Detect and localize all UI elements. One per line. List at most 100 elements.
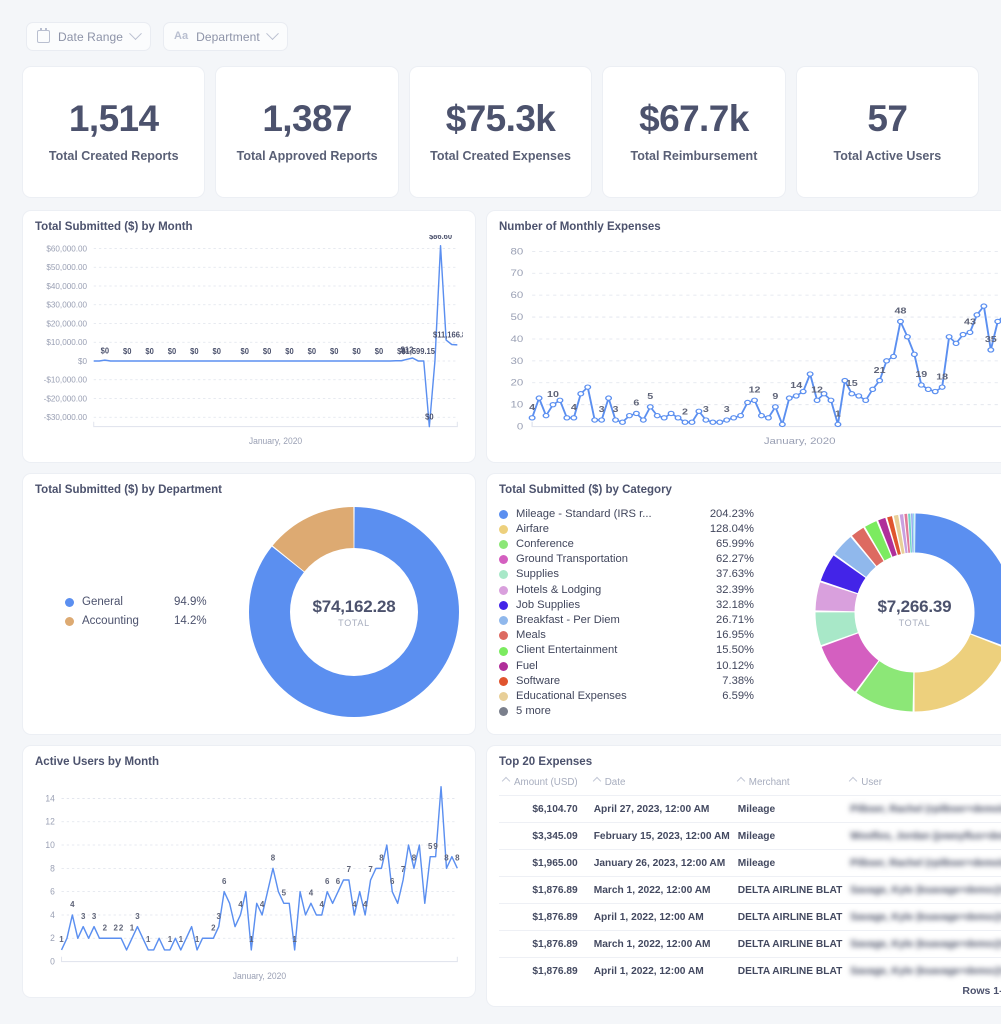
- table-pagination: Rows 1-7 of 20: [962, 985, 1001, 997]
- data-point-label: 4: [70, 900, 75, 909]
- table-row[interactable]: $1,876.89 March 1, 2022, 12:00 AM DELTA AI…: [499, 930, 1001, 958]
- data-point-label: 3: [81, 912, 86, 921]
- column-label: Merchant: [748, 777, 790, 788]
- legend-percent: 16.95%: [716, 629, 754, 642]
- filter-date-range[interactable]: Date Range: [26, 22, 152, 51]
- legend-color-swatch: [499, 692, 508, 702]
- legend-item[interactable]: Conference 65.99%: [499, 537, 754, 552]
- table-row[interactable]: $3,345.09 February 15, 2023, 12:00 AM Mile…: [499, 822, 1001, 850]
- legend-item[interactable]: 5 more: [499, 704, 754, 719]
- data-point-label: 7: [401, 865, 406, 874]
- text-format-icon: Aa: [174, 30, 189, 42]
- y-axis-tick: $60,000.00: [46, 244, 87, 253]
- data-point-label: 1: [195, 935, 200, 944]
- data-point-label: $0: [123, 347, 131, 356]
- legend-item[interactable]: Ground Transportation 62.27%: [499, 552, 754, 567]
- sort-caret-icon: [849, 776, 858, 786]
- table-row[interactable]: $1,965.00 January 26, 2023, 12:00 AM Milea…: [499, 849, 1001, 877]
- legend-item[interactable]: Software 7.38%: [499, 674, 754, 689]
- kpi-label: Total Created Reports: [48, 148, 179, 163]
- data-point-label: 3: [613, 405, 619, 414]
- legend-item[interactable]: Mileage - Standard (IRS r... 204.23%: [499, 507, 754, 522]
- data-point-marker: [757, 412, 765, 419]
- legend-item[interactable]: Meals 16.95%: [499, 628, 754, 643]
- data-point-label: 6: [325, 877, 330, 886]
- legend-item[interactable]: Airfare 128.04%: [499, 522, 754, 537]
- data-point-marker: [625, 412, 633, 419]
- data-point-label: 8: [444, 853, 449, 862]
- kpi-total-approved-reports: 1,387 Total Approved Reports: [215, 66, 399, 198]
- column-header-user[interactable]: User: [846, 774, 1001, 796]
- department-legend: General 94.9% Accounting 14.2%: [35, 593, 245, 631]
- data-point-marker: [563, 415, 571, 421]
- y-axis-tick: 12: [45, 817, 55, 827]
- category-legend: Mileage - Standard (IRS r... 204.23% Airfa…: [499, 505, 754, 720]
- legend-percent: 6.59%: [722, 690, 754, 703]
- data-point-label: 1: [292, 935, 297, 944]
- legend-item[interactable]: Job Supplies 32.18%: [499, 598, 754, 613]
- data-point-marker: [806, 371, 814, 377]
- column-header-merchant[interactable]: Merchant: [734, 774, 847, 796]
- data-point-label: 35: [985, 335, 998, 344]
- table-row[interactable]: $6,104.70 April 27, 2023, 12:00 AM Mileage…: [499, 795, 1001, 823]
- card-title: Total Submitted ($) by Category: [499, 484, 672, 496]
- data-point-label: 5: [647, 392, 654, 401]
- legend-label: Supplies: [516, 568, 559, 581]
- cell-date: March 1, 2022, 12:00 AM: [581, 930, 734, 958]
- charts-grid: Total Submitted ($) by Month $60,000.00 $…: [22, 210, 1001, 1007]
- column-header-date[interactable]: Date: [582, 774, 734, 796]
- column-label: Amount (USD): [514, 777, 578, 788]
- data-point-marker: [570, 415, 578, 421]
- table-row[interactable]: $1,876.89 April 1, 2022, 12:00 AM DELTA AI…: [499, 957, 1001, 984]
- card-total-submitted-by-category: Total Submitted ($) by Category Mileage …: [486, 473, 1001, 735]
- legend-color-swatch: [499, 540, 508, 550]
- legend-color-swatch: [499, 600, 508, 610]
- data-point-marker: [862, 397, 870, 403]
- legend-item[interactable]: Accounting 14.2%: [65, 612, 245, 631]
- data-point-marker: [959, 331, 967, 338]
- data-point-label: 1: [59, 935, 64, 944]
- legend-percent: 62.27%: [716, 553, 754, 566]
- y-axis-tick: 6: [50, 886, 55, 896]
- card-title: Top 20 Expenses: [499, 756, 593, 768]
- data-point-label: $0: [352, 347, 360, 356]
- data-point-marker: [764, 415, 772, 421]
- y-axis-tick: 10: [510, 401, 523, 410]
- data-point-label: 1: [835, 410, 842, 419]
- legend-item[interactable]: General 94.9%: [65, 593, 245, 612]
- table-row[interactable]: $1,876.89 March 1, 2022, 12:00 AM DELTA AI…: [499, 876, 1001, 904]
- legend-percent: 94.9%: [174, 596, 207, 608]
- legend-item[interactable]: Supplies 37.63%: [499, 567, 754, 582]
- column-header-amount[interactable]: Amount (USD): [499, 774, 582, 796]
- data-point-marker: [910, 351, 918, 357]
- legend-color-swatch: [499, 509, 508, 519]
- y-axis-tick: $0: [78, 357, 87, 366]
- table-row[interactable]: $1,876.89 April 1, 2022, 12:00 AM DELTA AI…: [499, 903, 1001, 931]
- data-point-marker: [785, 395, 793, 401]
- y-axis-tick: 2: [50, 933, 55, 943]
- x-axis-caption: January, 2020: [764, 437, 836, 446]
- data-point-label: 15: [846, 379, 859, 388]
- legend-item[interactable]: Client Entertainment 15.50%: [499, 643, 754, 658]
- legend-item[interactable]: Breakfast - Per Diem 26.71%: [499, 613, 754, 628]
- legend-item[interactable]: Hotels & Lodging 32.39%: [499, 583, 754, 598]
- legend-label: General: [82, 596, 123, 608]
- filter-department[interactable]: Aa Department: [163, 22, 288, 51]
- data-point-marker: [938, 384, 946, 390]
- data-point-marker: [605, 395, 613, 401]
- y-axis-tick: $30,000.00: [46, 301, 87, 310]
- cell-amount: $6,104.70: [499, 795, 582, 823]
- series-line: [531, 305, 1001, 426]
- data-point-label: $0: [101, 346, 109, 355]
- data-point-label: 18: [936, 372, 948, 381]
- legend-percent: 14.2%: [174, 615, 207, 627]
- data-point-label: 4: [320, 900, 325, 909]
- legend-item[interactable]: Fuel 10.12%: [499, 659, 754, 674]
- chart-active-users-by-month: 14 12 10 8 6 4 2 0 1 4 3 3 2 2 2 1 3 1 1 1 1 2 3 6 4 1 4 8 5 1 4 4 6 6 7 4 4…: [35, 770, 463, 987]
- cell-user: Wooflos, Jordan (jvwoyflus+demoland@trav…: [846, 822, 1001, 850]
- kpi-label: Total Reimbursement: [630, 148, 758, 163]
- data-point-marker: [653, 412, 661, 419]
- legend-percent: 26.71%: [716, 614, 754, 626]
- legend-color-swatch: [499, 616, 508, 626]
- legend-item[interactable]: Educational Expenses 6.59%: [499, 689, 754, 704]
